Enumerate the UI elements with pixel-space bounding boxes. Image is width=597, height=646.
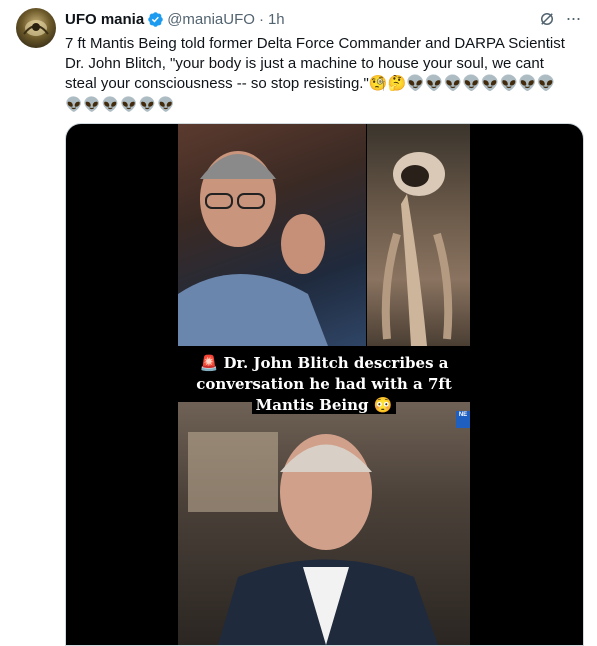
caption-line: 🚨 Dr. John Blitch describes a: [195, 354, 453, 372]
caption-line: Mantis Being 😳: [251, 396, 397, 414]
mantis-figure: [381, 152, 453, 346]
video-panel-speaker: [178, 402, 470, 645]
tweet-header: UFO mania @maniaUFO · 1h: [65, 9, 285, 29]
video-panel-mantis: [367, 124, 470, 346]
author-name[interactable]: UFO mania: [65, 11, 144, 28]
tweet-text-line: Dr. John Blitch, "your body is just a ma…: [65, 55, 544, 72]
avatar-image: [23, 20, 49, 36]
caption-line: conversation he had with a 7ft: [192, 375, 456, 393]
avatar[interactable]: [16, 8, 56, 48]
tweet-text: 7 ft Mantis Being told former Delta Forc…: [65, 34, 585, 114]
tweet-text-line: 7 ft Mantis Being told former Delta Forc…: [65, 35, 565, 52]
video-player[interactable]: 🚨 Dr. John Blitch describes a conversati…: [65, 123, 584, 646]
more-options-icon[interactable]: ···: [563, 9, 583, 29]
speaker-figure: [188, 432, 438, 645]
tweet-text-line: steal your consciousness -- so stop resi…: [65, 75, 556, 92]
separator-dot: ·: [258, 10, 264, 28]
tweet[interactable]: UFO mania @maniaUFO · 1h ··· 7 ft Mantis…: [0, 0, 597, 646]
grok-icon[interactable]: [538, 10, 556, 28]
video-panel-man: [178, 124, 366, 346]
news-badge: NE: [456, 411, 470, 428]
tweet-text-line: 👽👽👽👽👽👽: [65, 96, 176, 112]
man-figure: [178, 151, 328, 346]
video-caption: 🚨 Dr. John Blitch describes a conversati…: [178, 353, 470, 416]
verified-badge-icon: [148, 11, 163, 27]
timestamp[interactable]: 1h: [268, 11, 285, 28]
author-handle[interactable]: @maniaUFO: [167, 11, 255, 28]
